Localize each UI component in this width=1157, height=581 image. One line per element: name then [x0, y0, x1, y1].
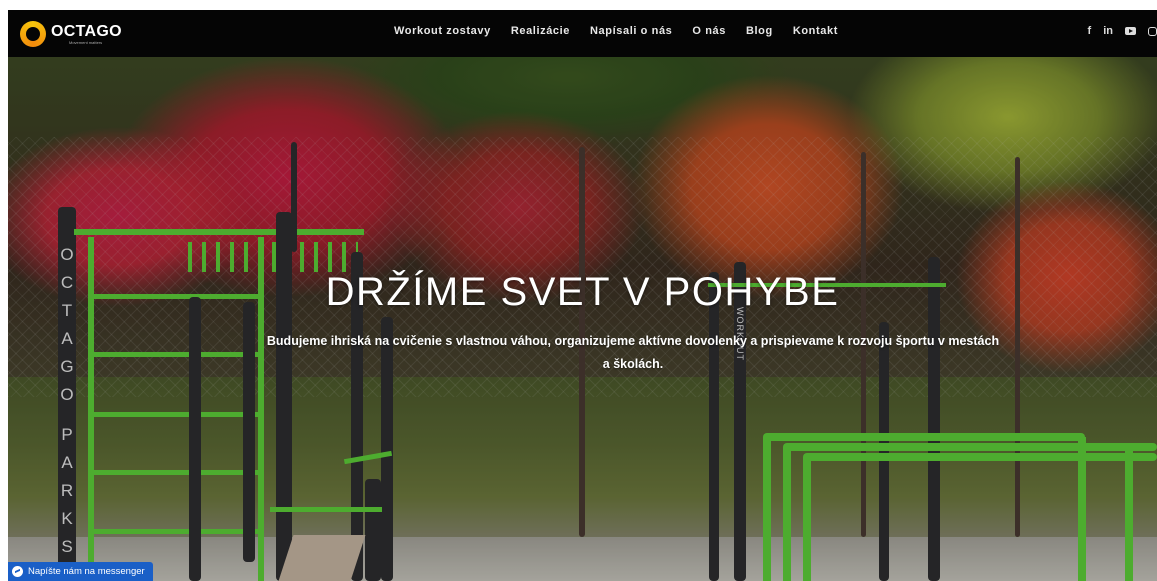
menu-item-napisali-o-nas[interactable]: Napísali o nás — [590, 25, 672, 37]
messenger-icon — [12, 566, 23, 577]
menu-item-o-nas[interactable]: O nás — [692, 25, 726, 37]
logo-tagline: Movement matters — [69, 39, 103, 45]
main-menu: Workout zostavy Realizácie Napísali o ná… — [394, 25, 858, 37]
youtube-icon[interactable] — [1125, 27, 1136, 35]
hero-overlay — [8, 57, 1157, 581]
menu-item-kontakt[interactable]: Kontakt — [793, 25, 838, 37]
octago-ring-logo-icon — [20, 21, 46, 47]
hero-subtext: Budujeme ihriská na cvičenie s vlastnou … — [266, 334, 1000, 371]
hero-headline: DRŽÍME SVET V POHYBE — [325, 270, 840, 314]
hero-section: O C T A G O P A R K S WORKOUT DRŽÍME SVE… — [8, 57, 1157, 581]
facebook-icon[interactable]: f — [1088, 25, 1092, 37]
menu-item-workout-zostavy[interactable]: Workout zostavy — [394, 25, 491, 37]
messenger-chat-button[interactable]: Napíšte nám na messenger — [8, 562, 153, 581]
messenger-label: Napíšte nám na messenger — [28, 566, 145, 577]
instagram-icon[interactable] — [1148, 26, 1157, 36]
logo[interactable]: OCTAGO Movement matters — [20, 19, 122, 49]
logo-name: OCTAGO — [51, 22, 122, 40]
linkedin-icon[interactable]: in — [1103, 25, 1113, 37]
social-links: f in — [1088, 25, 1157, 37]
top-navigation: OCTAGO Movement matters Workout zostavy … — [8, 10, 1157, 57]
page: OCTAGO Movement matters Workout zostavy … — [8, 10, 1157, 581]
menu-item-realizacie[interactable]: Realizácie — [511, 25, 570, 37]
menu-item-blog[interactable]: Blog — [746, 25, 773, 37]
